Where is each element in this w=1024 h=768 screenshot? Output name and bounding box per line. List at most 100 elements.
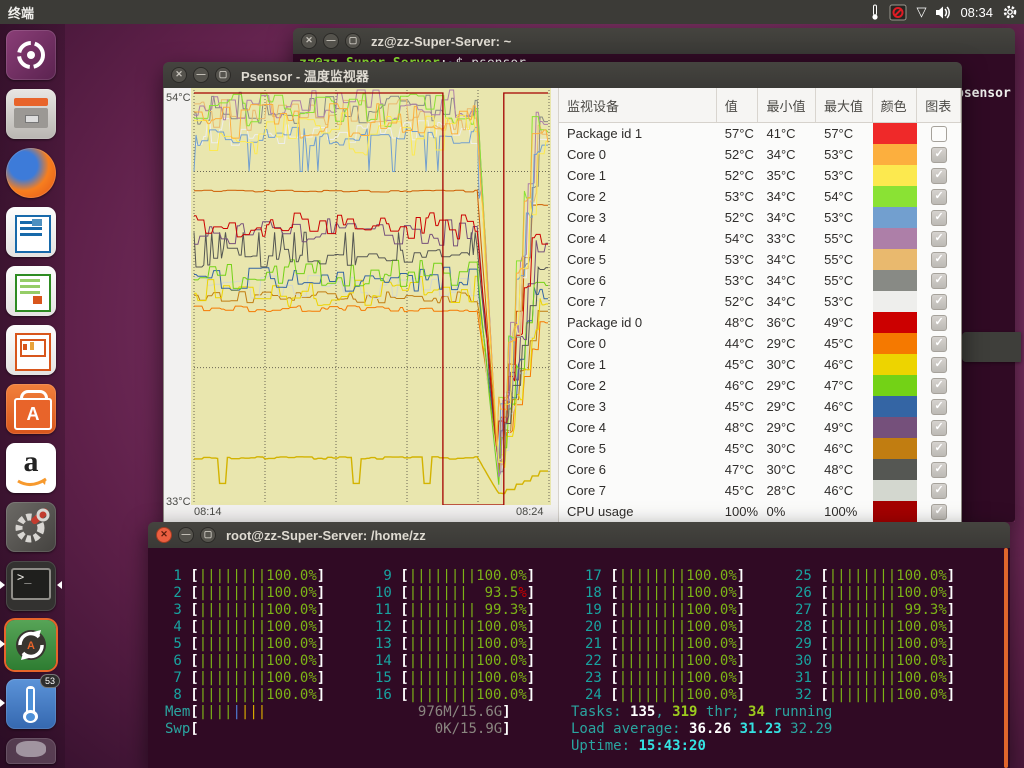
sensor-row[interactable]: Core 745°C28°C46°C✓	[559, 480, 961, 501]
column-header[interactable]: 监视设备	[559, 88, 717, 122]
graph-checkbox[interactable]: ✓	[931, 189, 947, 205]
graph-checkbox[interactable]: ✓	[931, 210, 947, 226]
launcher-item-calc[interactable]	[6, 266, 56, 316]
active-app-menu-label[interactable]: 终端	[8, 3, 34, 22]
graph-checkbox[interactable]: ✓	[931, 378, 947, 394]
graph-checkbox[interactable]: ✓	[931, 336, 947, 352]
sensor-row[interactable]: Core 553°C34°C55°C✓	[559, 249, 961, 270]
sensor-row[interactable]: Core 545°C30°C46°C✓	[559, 438, 961, 459]
sensor-row[interactable]: Core 647°C30°C48°C✓	[559, 459, 961, 480]
launcher-item-firefox[interactable]	[6, 148, 56, 198]
sensor-row[interactable]: Core 052°C34°C53°C✓	[559, 144, 961, 165]
sensor-row[interactable]: Core 246°C29°C47°C✓	[559, 375, 961, 396]
launcher-item-software[interactable]: A	[6, 384, 56, 434]
color-swatch[interactable]	[873, 501, 918, 522]
minimize-button[interactable]: —	[193, 67, 209, 83]
color-swatch[interactable]	[873, 291, 918, 312]
launcher-item-terminal[interactable]: >_	[6, 561, 56, 611]
color-swatch[interactable]	[873, 459, 918, 480]
network-icon[interactable]: ▽	[916, 0, 926, 24]
volume-icon[interactable]	[935, 5, 951, 20]
column-header[interactable]: 最小值	[758, 88, 816, 122]
column-header[interactable]: 值	[717, 88, 759, 122]
launcher-item-dash[interactable]	[6, 30, 56, 80]
color-swatch[interactable]	[873, 207, 918, 228]
launcher-item-trash[interactable]	[6, 738, 56, 764]
sensor-row[interactable]: CPU usage100%0%100%✓	[559, 501, 961, 522]
sensor-row[interactable]: Core 752°C34°C53°C✓	[559, 291, 961, 312]
psensor-titlebar[interactable]: ✕ — ▢ Psensor - 温度监视器	[163, 62, 962, 88]
sensor-row[interactable]: Package id 048°C36°C49°C✓	[559, 312, 961, 333]
sensor-row[interactable]: Package id 157°C41°C57°C✓	[559, 123, 961, 144]
graph-checkbox[interactable]: ✓	[931, 483, 947, 499]
sensor-row[interactable]: Core 653°C34°C55°C✓	[559, 270, 961, 291]
color-swatch[interactable]	[873, 270, 918, 291]
terminal-scrollbar[interactable]	[1004, 548, 1008, 768]
maximize-button[interactable]: ▢	[215, 67, 231, 83]
sensor-row[interactable]: Core 454°C33°C55°C✓	[559, 228, 961, 249]
sensor-row[interactable]: Core 448°C29°C49°C✓	[559, 417, 961, 438]
graph-checkbox[interactable]: ✓	[931, 462, 947, 478]
launcher-item-amazon[interactable]: a	[6, 443, 56, 493]
close-button[interactable]: ✕	[301, 33, 317, 49]
color-swatch[interactable]	[873, 249, 918, 270]
maximize-button[interactable]: ▢	[345, 33, 361, 49]
graph-checkbox[interactable]: ✓	[931, 441, 947, 457]
minimize-button[interactable]: —	[178, 527, 194, 543]
column-header[interactable]: 最大值	[816, 88, 873, 122]
launcher-item-writer[interactable]	[6, 207, 56, 257]
color-swatch[interactable]	[873, 354, 918, 375]
graph-checkbox[interactable]: ✓	[931, 168, 947, 184]
thermometer-icon[interactable]	[870, 4, 880, 21]
htop-titlebar[interactable]: ✕ — ▢ root@zz-Super-Server: /home/zz	[148, 522, 1010, 548]
color-swatch[interactable]	[873, 312, 918, 333]
column-header[interactable]: 图表	[917, 88, 961, 122]
clock[interactable]: 08:34	[960, 5, 993, 20]
htop-content[interactable]: 1 [||||||||100.0%]2 [||||||||100.0%]3 [|…	[148, 548, 1010, 768]
color-swatch[interactable]	[873, 144, 918, 165]
screen-record-icon[interactable]	[889, 4, 907, 21]
launcher-item-psensor[interactable]: 53	[6, 679, 56, 729]
color-swatch[interactable]	[873, 396, 918, 417]
graph-checkbox[interactable]: ✓	[931, 231, 947, 247]
color-swatch[interactable]	[873, 375, 918, 396]
sensor-row[interactable]: Core 044°C29°C45°C✓	[559, 333, 961, 354]
maximize-button[interactable]: ▢	[200, 527, 216, 543]
color-swatch[interactable]	[873, 186, 918, 207]
graph-checkbox[interactable]: ✓	[931, 294, 947, 310]
graph-checkbox[interactable]: ✓	[931, 147, 947, 163]
launcher-item-updater[interactable]: A	[6, 620, 56, 670]
graph-checkbox[interactable]: ✓	[931, 399, 947, 415]
sensor-row[interactable]: Core 352°C34°C53°C✓	[559, 207, 961, 228]
graph-checkbox[interactable]: ✓	[931, 357, 947, 373]
session-gear-icon[interactable]	[1002, 4, 1018, 20]
sensor-row[interactable]: Core 253°C34°C54°C✓	[559, 186, 961, 207]
color-swatch[interactable]	[873, 438, 918, 459]
sensor-row[interactable]: Core 145°C30°C46°C✓	[559, 354, 961, 375]
color-swatch[interactable]	[873, 228, 918, 249]
graph-checkbox[interactable]: ✓	[931, 420, 947, 436]
launcher-item-impress[interactable]	[6, 325, 56, 375]
sensor-row[interactable]: Core 345°C29°C46°C✓	[559, 396, 961, 417]
sensor-row[interactable]: Core 152°C35°C53°C✓	[559, 165, 961, 186]
graph-checkbox[interactable]: ✓	[931, 252, 947, 268]
color-swatch[interactable]	[873, 480, 918, 501]
graph-checkbox[interactable]: ✓	[931, 504, 947, 520]
cpu-gauge: 4 [||||||||100.0%]	[165, 619, 325, 636]
cell: 45°C	[717, 357, 759, 372]
graph-checkbox[interactable]: ✓	[931, 315, 947, 331]
background-terminal-titlebar[interactable]: ✕ — ▢ zz@zz-Super-Server: ~	[293, 28, 1015, 54]
color-swatch[interactable]	[873, 333, 918, 354]
close-button[interactable]: ✕	[171, 67, 187, 83]
color-swatch[interactable]	[873, 123, 918, 144]
close-button[interactable]: ✕	[156, 527, 172, 543]
cell: 54°C	[816, 189, 873, 204]
color-swatch[interactable]	[873, 165, 918, 186]
minimize-button[interactable]: —	[323, 33, 339, 49]
column-header[interactable]: 颜色	[873, 88, 918, 122]
color-swatch[interactable]	[873, 417, 918, 438]
graph-checkbox[interactable]: ✓	[931, 126, 947, 142]
launcher-item-files[interactable]	[6, 89, 56, 139]
launcher-item-settings[interactable]	[6, 502, 56, 552]
graph-checkbox[interactable]: ✓	[931, 273, 947, 289]
